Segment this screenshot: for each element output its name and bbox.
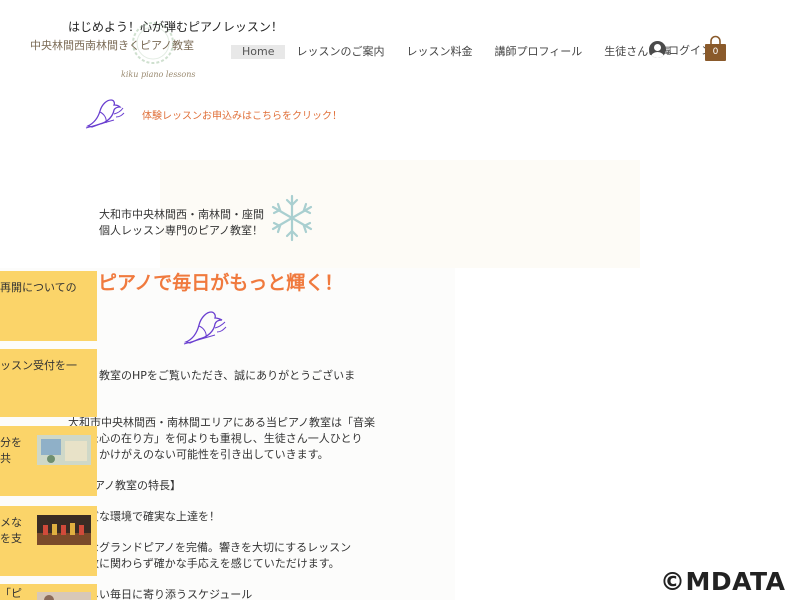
hero-line-2: 個人レッスン専門のピアノ教室！ <box>99 224 264 237</box>
avatar-icon <box>649 41 666 58</box>
thumbnail-image <box>37 515 91 545</box>
intro-paragraph: ノ教室のHPをご覧いただき、誠にありがとうございま <box>88 369 356 382</box>
snowflake-icon <box>266 193 318 243</box>
feature-text: なグランドピアノを完備。響きを大切にするレッスン <box>88 541 352 554</box>
site-tagline: はじめよう！心が弾むピアノレッスン！ <box>68 20 283 34</box>
cart-button[interactable]: 0 <box>704 35 727 62</box>
site-title[interactable]: 中央林間西南林間きくピアノ教室 <box>30 37 194 53</box>
thumbnail-image <box>37 592 91 600</box>
hero-line-1: 大和市中央林間西・南林間・座間 <box>99 208 264 221</box>
login-button[interactable]: ログイン <box>649 41 712 58</box>
intro-paragraph: た心の在り方」を何よりも重視し、生徒さん一人ひとり <box>88 432 363 445</box>
news-card[interactable]: 分を 共 <box>0 426 97 496</box>
news-card-title: 分を <box>0 436 22 449</box>
news-card-title: メな <box>0 516 22 529</box>
news-card-title: を支 <box>0 532 22 545</box>
hero-text: 大和市中央林間西・南林間・座間 個人レッスン専門のピアノ教室！ <box>99 207 264 239</box>
nav-lesson-fees[interactable]: レッスン料金 <box>395 45 483 59</box>
feature-text: 数に関わらず確かな手応えを感じていただけます。 <box>88 557 340 570</box>
news-card-title: 再開についての <box>0 281 77 294</box>
thumbnail-image <box>37 435 91 465</box>
main-nav: Home レッスンのご案内 レッスン料金 講師プロフィール 生徒さんの声 Mor… <box>231 44 681 60</box>
news-card-title: 「ピ <box>0 587 22 600</box>
trial-lesson-link[interactable]: 体験レッスンお申込みはこちらをクリック！ <box>142 107 342 122</box>
nav-home[interactable]: Home <box>231 45 286 59</box>
feature-title: 質な環境で確実な上達を！ <box>88 510 220 523</box>
bird-icon <box>84 96 126 130</box>
script-logo: kiku piano lessons <box>121 70 196 79</box>
news-card-title: 共 <box>0 452 11 465</box>
news-card-title: ッスン受付を一 <box>0 359 77 372</box>
feature-title: しい毎日に寄り添うスケジュール <box>88 588 253 601</box>
nav-lesson-guide[interactable]: レッスンのご案内 <box>285 45 395 59</box>
watermark: ©MDATA <box>660 567 786 596</box>
news-card[interactable]: ッスン受付を一 <box>0 349 97 417</box>
main-headline: ピアノで毎日がもっと輝く！ <box>98 272 344 294</box>
news-card[interactable]: 再開についての <box>0 271 97 341</box>
intro-paragraph: 、かけがえのない可能性を引き出していきます。 <box>88 448 329 461</box>
news-card[interactable]: メな を支 <box>0 506 97 576</box>
news-card[interactable]: 「ピ <box>0 584 97 600</box>
intro-paragraph: 大和市中央林間西・南林間エリアにある当ピアノ教室は「音楽 <box>68 416 376 429</box>
nav-teacher-profile[interactable]: 講師プロフィール <box>483 45 593 59</box>
features-heading: アノ教室の特長】 <box>94 479 182 492</box>
cart-count: 0 <box>712 47 719 57</box>
bird-icon <box>182 308 228 346</box>
